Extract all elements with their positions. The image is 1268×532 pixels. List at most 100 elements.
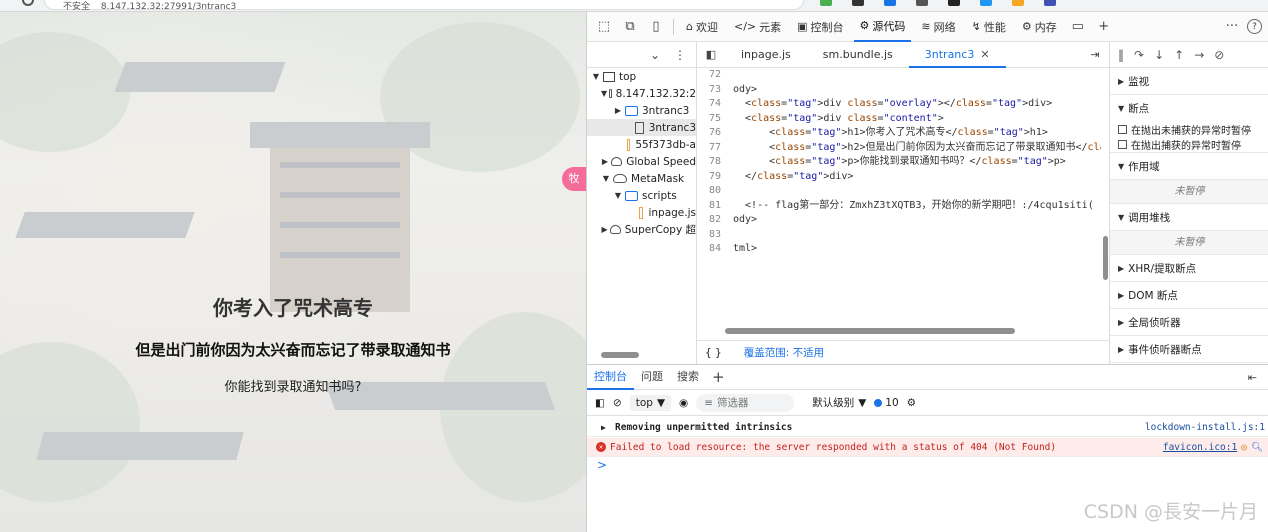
insight-icon[interactable]: ◎: [1241, 442, 1251, 453]
section-call-stack[interactable]: ▼ 调用堆栈: [1110, 204, 1268, 231]
code-line[interactable]: 78 <class="tag">p>你能找到录取通知书吗？</class="ta…: [697, 155, 1101, 170]
step-icon[interactable]: →: [1194, 48, 1204, 62]
line-number[interactable]: 79: [697, 170, 733, 185]
code-line[interactable]: 84 tml>: [697, 242, 1101, 257]
line-number[interactable]: 74: [697, 97, 733, 112]
section-event-listener-breakpoints[interactable]: ▶ 事件侦听器断点: [1110, 336, 1268, 363]
navigator-item[interactable]: ▶ SuperCopy 超: [587, 221, 697, 238]
code-line[interactable]: 81 <!-- flag第一部分：ZmxhZ3tXQTB3，开始你的新学期吧！:…: [697, 199, 1101, 214]
drawer-tab-search[interactable]: 搜索: [670, 364, 706, 390]
navigator-item[interactable]: 55f373db-a: [587, 136, 696, 153]
tab-performance[interactable]: ↯ 性能: [966, 12, 1012, 42]
clear-console-icon[interactable]: ⊘: [613, 397, 622, 409]
console-error-message[interactable]: ✕ Failed to load resource: the server re…: [587, 438, 1268, 457]
tree-arrow-icon[interactable]: ▼: [613, 191, 623, 200]
pause-uncaught-checkbox[interactable]: 在抛出未捕获的异常时暂停: [1110, 122, 1268, 137]
navigator-item[interactable]: ▼ 8.147.132.32:2: [587, 85, 696, 102]
more-tools-icon[interactable]: ···: [1221, 16, 1243, 38]
extension-icon[interactable]: [1044, 0, 1056, 6]
navigator-item[interactable]: ▼ MetaMask: [587, 170, 696, 187]
line-number[interactable]: 84: [697, 242, 733, 257]
line-number[interactable]: 81: [697, 199, 733, 214]
extension-icon[interactable]: [820, 0, 832, 6]
line-number[interactable]: 82: [697, 213, 733, 228]
reload-icon[interactable]: [22, 0, 34, 6]
section-watch[interactable]: ▶ 监视: [1110, 68, 1268, 95]
line-number[interactable]: 75: [697, 112, 733, 127]
line-number[interactable]: 76: [697, 126, 733, 141]
url-field[interactable]: 不安全 8.147.132.32:27991/3ntranc3: [44, 0, 804, 11]
drawer-tab-console[interactable]: 控制台: [587, 364, 634, 390]
pretty-print-button[interactable]: { }: [705, 347, 722, 359]
inspect-icon[interactable]: ⬚: [593, 16, 615, 38]
tree-arrow-icon[interactable]: ▼: [591, 72, 601, 81]
tab-welcome[interactable]: ⌂ 欢迎: [680, 12, 724, 42]
extension-icon[interactable]: [916, 0, 928, 6]
sidebar-toggle-icon[interactable]: ◧: [595, 397, 605, 409]
navigator-item[interactable]: ▶ Global Speed: [587, 153, 696, 170]
more-icon[interactable]: ⋮: [674, 48, 686, 62]
extension-icon[interactable]: [1012, 0, 1024, 6]
editor-tab-inpage[interactable]: inpage.js: [725, 42, 807, 68]
tree-arrow-icon[interactable]: ▶: [601, 225, 608, 234]
issues-counter[interactable]: 10: [874, 397, 899, 409]
editor-horizontal-scrollbar[interactable]: [697, 326, 1101, 336]
add-tab-icon[interactable]: +: [1093, 16, 1115, 38]
editor-tab-sm-bundle[interactable]: sm.bundle.js: [807, 42, 909, 68]
section-xhr-breakpoints[interactable]: ▶ XHR/提取断点: [1110, 255, 1268, 282]
extension-icon[interactable]: [852, 0, 864, 6]
section-breakpoints[interactable]: ▼ 断点: [1110, 95, 1268, 122]
tree-arrow-icon[interactable]: ▶: [613, 106, 623, 115]
code-line[interactable]: 82 ody>: [697, 213, 1101, 228]
step-into-icon[interactable]: ↓: [1154, 48, 1164, 62]
panel-icon[interactable]: ▭: [1067, 16, 1089, 38]
close-icon[interactable]: ✕: [980, 48, 989, 61]
tab-memory[interactable]: ⚙ 内存: [1016, 12, 1063, 42]
eye-icon[interactable]: ◉: [679, 397, 688, 409]
gear-icon[interactable]: ⚙: [907, 397, 916, 409]
context-selector[interactable]: top ▼: [629, 394, 672, 411]
line-number[interactable]: 77: [697, 141, 733, 156]
search-icon[interactable]: 🔍︎: [1251, 442, 1268, 453]
error-source-link[interactable]: favicon.ico:1: [1163, 442, 1241, 453]
console-message[interactable]: ▶ Removing unpermitted intrinsics lockdo…: [587, 418, 1268, 437]
navigator-item[interactable]: inpage.js: [587, 204, 696, 221]
section-global-listeners[interactable]: ▶ 全局侦听器: [1110, 309, 1268, 336]
chevron-down-icon[interactable]: ⌄: [650, 48, 660, 62]
toggle-debugger-icon[interactable]: ⇥: [1081, 48, 1109, 61]
line-number[interactable]: 72: [697, 68, 733, 83]
tree-arrow-icon[interactable]: ▶: [601, 157, 609, 166]
undock-drawer-icon[interactable]: ⇤: [1248, 371, 1268, 384]
code-line[interactable]: 79 </class="tag">div>: [697, 170, 1101, 185]
filter-input[interactable]: ≡ 筛选器: [696, 393, 795, 412]
navigator-item[interactable]: ▼ scripts: [587, 187, 696, 204]
section-scope[interactable]: ▼ 作用域: [1110, 153, 1268, 180]
extension-icon[interactable]: [980, 0, 992, 6]
pause-icon[interactable]: ‖: [1118, 48, 1124, 62]
step-over-icon[interactable]: ↷: [1134, 48, 1144, 62]
code-line[interactable]: 76 <class="tag">h1>你考入了咒术高专</class="tag"…: [697, 126, 1101, 141]
deactivate-breakpoints-icon[interactable]: ⊘: [1214, 48, 1224, 62]
section-dom-breakpoints[interactable]: ▶ DOM 断点: [1110, 282, 1268, 309]
code-line[interactable]: 72: [697, 68, 1101, 83]
device-toolbar-icon[interactable]: ⧉: [619, 16, 641, 38]
navigator-scrollbar[interactable]: [591, 352, 691, 358]
code-line[interactable]: 80: [697, 184, 1101, 199]
line-number[interactable]: 83: [697, 228, 733, 243]
side-badge[interactable]: 牧: [562, 167, 586, 191]
help-icon[interactable]: ?: [1247, 19, 1262, 34]
log-level-selector[interactable]: 默认级别 ▼: [812, 395, 866, 410]
code-line[interactable]: 74 <class="tag">div class="overlay"></cl…: [697, 97, 1101, 112]
navigator-item[interactable]: ▼ top: [587, 68, 696, 85]
add-drawer-tab-icon[interactable]: +: [706, 368, 731, 386]
step-out-icon[interactable]: ↑: [1174, 48, 1184, 62]
navigator-item[interactable]: 3ntranc3: [587, 119, 696, 136]
code-line[interactable]: 77 <class="tag">h2>但是出门前你因为太兴奋而忘记了带录取通知书…: [697, 141, 1101, 156]
line-number[interactable]: 73: [697, 83, 733, 98]
dock-icon[interactable]: ▯: [645, 16, 667, 38]
code-line[interactable]: 83: [697, 228, 1101, 243]
line-number[interactable]: 80: [697, 184, 733, 199]
tab-console[interactable]: ▣ 控制台: [791, 12, 849, 42]
code-line[interactable]: 73 ody>: [697, 83, 1101, 98]
pause-caught-checkbox[interactable]: 在抛出捕获的异常时暂停: [1110, 136, 1268, 153]
